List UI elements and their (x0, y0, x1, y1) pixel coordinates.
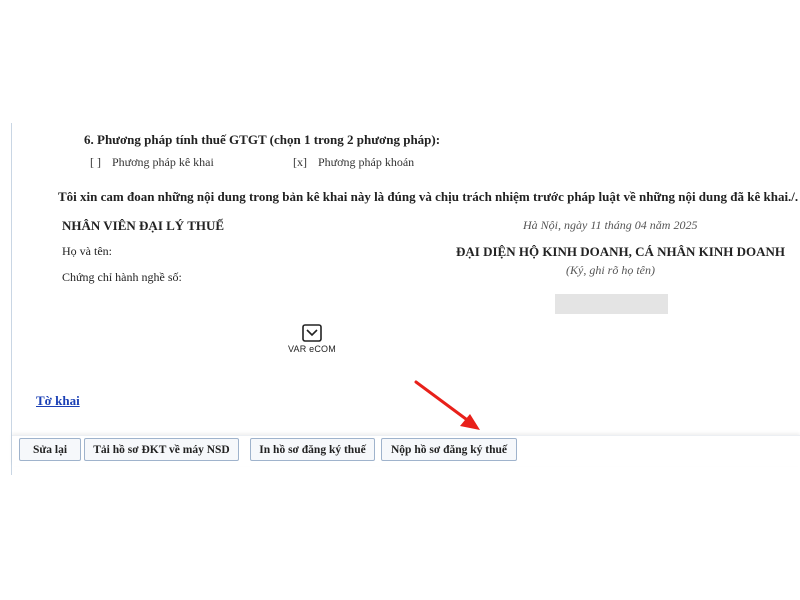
form-link[interactable]: Tờ khai (36, 393, 80, 409)
date-line: Hà Nội, ngày 11 tháng 04 năm 2025 (523, 218, 698, 232)
representative-title: ĐẠI DIỆN HỘ KINH DOANH, CÁ NHÂN KINH DOA… (456, 244, 785, 259)
agent-name-label: Họ và tên: (62, 244, 112, 258)
submit-button[interactable]: Nộp hồ sơ đăng ký thuế (381, 438, 517, 461)
section-title: 6. Phương pháp tính thuế GTGT (chọn 1 tr… (84, 132, 441, 147)
option-declaration-method[interactable]: [ ] Phương pháp kê khai (90, 155, 214, 170)
edit-button[interactable]: Sửa lại (19, 438, 81, 461)
declaration-text: Tôi xin cam đoan những nội dung trong bả… (58, 189, 799, 204)
var-ecom-logo-icon (302, 324, 322, 342)
signature-note: (Ký, ghi rõ họ tên) (566, 263, 655, 277)
agent-title: NHÂN VIÊN ĐẠI LÝ THUẾ (62, 218, 225, 233)
option-checkbox[interactable]: [x] (293, 155, 307, 169)
watermark-text: VAR eCOM (288, 344, 336, 354)
option-checkbox[interactable]: [ ] (90, 155, 101, 169)
option-lump-sum-method[interactable]: [x] Phương pháp khoán (293, 155, 414, 170)
download-button[interactable]: Tải hồ sơ ĐKT về máy NSD (84, 438, 239, 461)
option-label: Phương pháp kê khai (112, 155, 214, 169)
action-toolbar: Sửa lại Tải hồ sơ ĐKT về máy NSD In hồ s… (12, 435, 800, 466)
watermark: VAR eCOM (285, 323, 339, 363)
option-label: Phương pháp khoán (318, 155, 415, 169)
form-left-border (11, 123, 12, 475)
certificate-label: Chứng chỉ hành nghề số: (62, 270, 182, 284)
red-arrow-icon (414, 380, 480, 430)
redacted-signature-name (555, 294, 668, 314)
print-button[interactable]: In hồ sơ đăng ký thuế (250, 438, 375, 461)
